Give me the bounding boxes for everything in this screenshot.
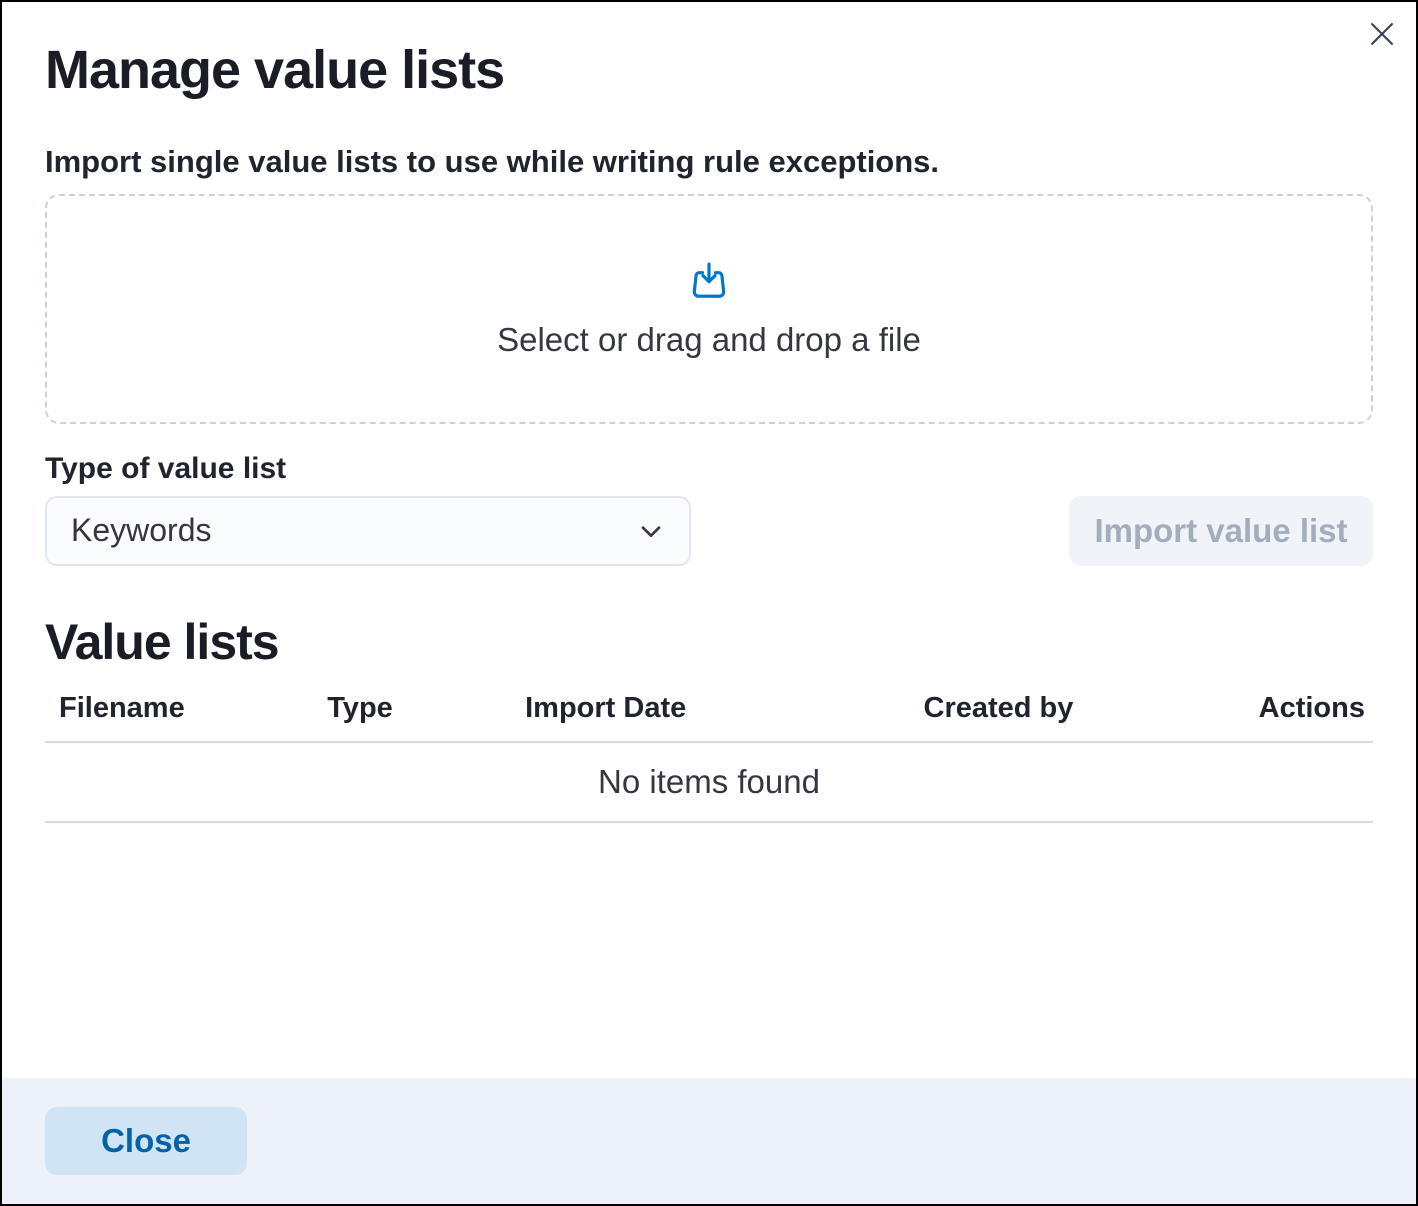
chevron-down-icon xyxy=(635,515,667,547)
value-lists-heading: Value lists xyxy=(45,612,1373,672)
value-lists-table: Filename Type Import Date Created by Act… xyxy=(45,672,1373,823)
table-header-row: Filename Type Import Date Created by Act… xyxy=(45,672,1373,743)
manage-value-lists-modal: Manage value lists Import single value l… xyxy=(0,0,1418,1206)
dropzone-prompt: Select or drag and drop a file xyxy=(497,321,921,359)
modal-close-button[interactable] xyxy=(1360,12,1404,56)
selected-type-value: Keywords xyxy=(71,512,212,549)
column-header-type: Type xyxy=(313,692,511,725)
type-of-value-list-label: Type of value list xyxy=(45,452,1373,486)
close-button[interactable]: Close xyxy=(45,1107,247,1175)
controls-row: Keywords Import value list xyxy=(45,496,1373,566)
modal-title: Manage value lists xyxy=(45,38,1373,103)
import-description: Import single value lists to use while w… xyxy=(45,143,1373,180)
column-header-filename: Filename xyxy=(45,692,313,725)
import-value-list-button[interactable]: Import value list xyxy=(1069,496,1373,566)
column-header-actions: Actions xyxy=(1208,692,1373,725)
close-icon xyxy=(1365,17,1399,51)
modal-footer: Close xyxy=(2,1078,1416,1204)
modal-body: Manage value lists Import single value l… xyxy=(2,2,1416,1078)
import-icon xyxy=(686,259,732,305)
empty-table-message: No items found xyxy=(45,743,1373,823)
column-header-created-by: Created by xyxy=(910,692,1209,725)
value-list-type-select[interactable]: Keywords xyxy=(45,496,691,566)
column-header-import-date: Import Date xyxy=(511,692,909,725)
file-dropzone[interactable]: Select or drag and drop a file xyxy=(45,194,1373,424)
content-spacer xyxy=(45,823,1373,1078)
